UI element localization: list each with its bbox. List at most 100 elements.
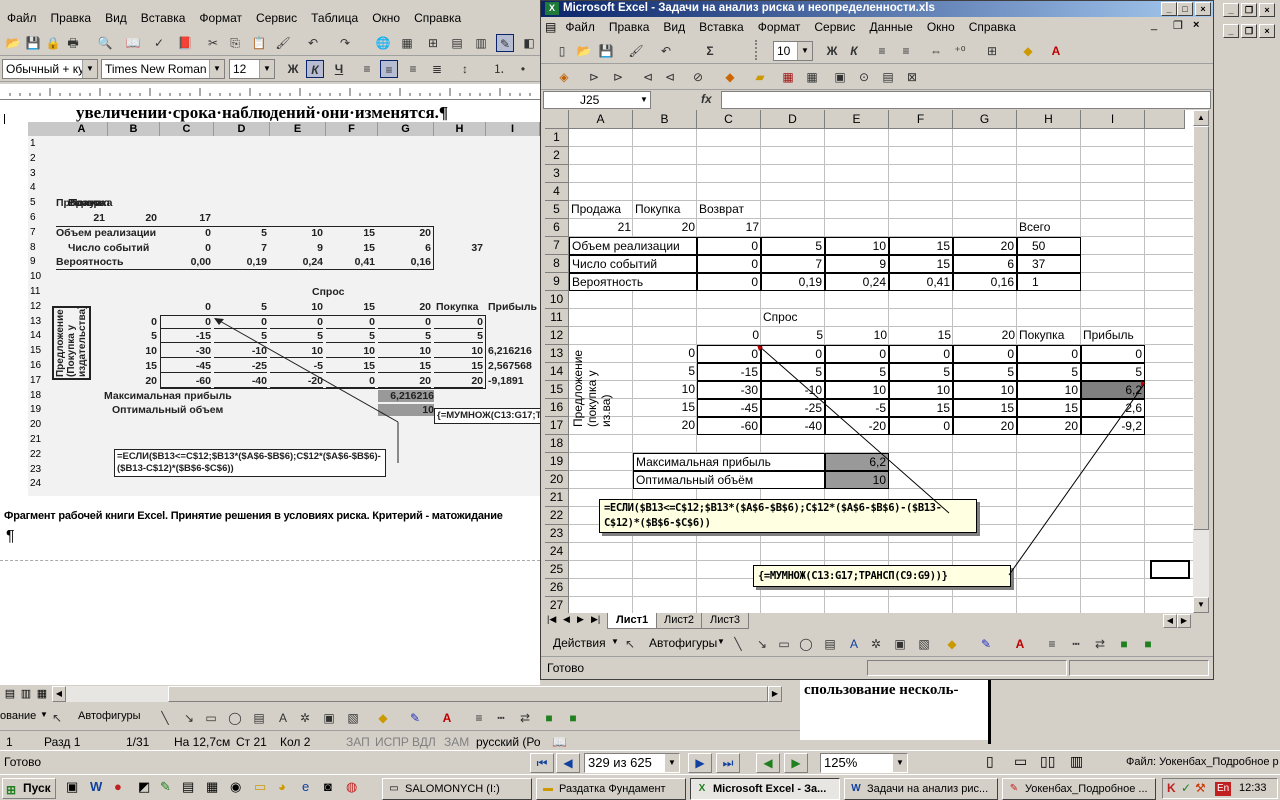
autosum-button[interactable]: Σ [701, 42, 719, 60]
rectangle-icon[interactable]: ▭ [775, 635, 793, 653]
name-box[interactable]: J25 ▼ [543, 91, 651, 109]
open-icon[interactable]: 📂 [4, 34, 22, 52]
bullets-icon[interactable]: • [514, 60, 532, 78]
dash-style-icon[interactable]: ┅ [1067, 635, 1085, 653]
research-book-icon[interactable]: 📕 [176, 34, 194, 52]
word-doc-close-button[interactable]: × [1259, 24, 1275, 38]
shadow-icon[interactable]: ■ [1115, 635, 1133, 653]
comment-icon[interactable]: ▰ [751, 68, 769, 86]
excel-menu-format[interactable]: Формат [751, 17, 808, 37]
line-icon[interactable]: ╲ [729, 635, 747, 653]
font-size-combo[interactable]: 12 ▼ [229, 59, 275, 79]
word-doc-minimize-button[interactable]: _ [1223, 24, 1239, 38]
scroll-left-button[interactable]: ◀ [52, 686, 66, 702]
tray-k-icon[interactable]: K [1167, 781, 1176, 795]
doc-close-icon[interactable]: × [1193, 19, 1199, 31]
clipart-icon[interactable]: ▣ [320, 709, 338, 727]
last-page-button[interactable]: ⏭ [716, 753, 740, 773]
hscroll-thumb[interactable] [168, 686, 768, 702]
tab-last-icon[interactable]: ▶| [591, 614, 600, 625]
tables-borders-icon[interactable]: ▦ [398, 34, 416, 52]
chevron-down-icon[interactable]: ▼ [717, 637, 725, 646]
excel-minimize-button[interactable]: _ [1161, 2, 1177, 16]
drawing-icon[interactable]: ✎ [496, 34, 514, 52]
excel-menu-insert[interactable]: Вставка [692, 17, 751, 37]
ql-opera-icon[interactable]: ● [114, 779, 122, 794]
save-icon[interactable]: 💾 [597, 42, 615, 60]
ql-desktop-icon[interactable]: ▣ [66, 779, 78, 795]
watch-icon[interactable]: ▣ [831, 68, 849, 86]
first-page-button[interactable]: ⏮ [530, 753, 554, 773]
tray-check-icon[interactable]: ✓ [1181, 781, 1191, 795]
ql-excel-icon[interactable]: ✎ [160, 779, 171, 795]
page-counter-field[interactable]: 329 из 625 ▼ [584, 753, 680, 773]
trace-icon[interactable]: ◈ [555, 68, 573, 86]
word-menu-view[interactable]: Вид [98, 8, 134, 28]
error-icon[interactable]: ◆ [721, 68, 739, 86]
chevron-down-icon[interactable]: ▼ [82, 60, 97, 78]
arrow-icon[interactable]: ↘ [180, 709, 198, 727]
excel-grid[interactable]: ABCDEFGHI 1 2 3 4 5 6 7 8 9 10 11 12 13 14 15 16 17 18 19 2… [545, 110, 1193, 613]
excel-vscroll[interactable]: ▲ ▼ [1193, 110, 1209, 613]
chevron-down-icon[interactable]: ▼ [40, 710, 48, 719]
tray-tool-icon[interactable]: ⚒ [1195, 781, 1206, 795]
ql-tool-icon[interactable]: ▤ [182, 779, 194, 795]
doc-icon[interactable]: ▤ [543, 17, 558, 37]
ql-pack-icon[interactable]: ▭ [254, 779, 266, 795]
picture-icon[interactable]: ▧ [344, 709, 362, 727]
picture-icon[interactable]: ▧ [915, 635, 933, 653]
chevron-down-icon[interactable]: ▼ [259, 60, 274, 78]
doc-map-icon[interactable]: ◧ [520, 34, 538, 52]
hyperlink-icon[interactable]: 🌐 [374, 34, 392, 52]
word-menu-edit[interactable]: Правка [44, 8, 99, 28]
excel-close-button[interactable]: × [1195, 2, 1211, 16]
line-color-icon[interactable]: ✎ [977, 635, 995, 653]
line-icon[interactable]: ╲ [156, 709, 174, 727]
tray-lang[interactable]: En [1215, 782, 1232, 796]
formula-audit-icon[interactable]: ⊠ [903, 68, 921, 86]
arrow-icon[interactable]: ↘ [753, 635, 771, 653]
scroll-up-button[interactable]: ▲ [1193, 110, 1209, 126]
copy-icon[interactable]: ⎘ [226, 34, 244, 52]
spelling-status-icon[interactable]: 📖 [552, 735, 567, 749]
wordart-icon[interactable]: A [845, 635, 863, 653]
diagram-icon[interactable]: ✲ [296, 709, 314, 727]
line-style-icon[interactable]: ≡ [1043, 635, 1061, 653]
dash-style-icon[interactable]: ┅ [492, 709, 510, 727]
word-menu-format[interactable]: Формат [192, 8, 249, 28]
ql-disk-icon[interactable]: ◉ [230, 779, 241, 795]
italic-button[interactable]: К [306, 60, 324, 78]
excel-menu-window[interactable]: Окно [920, 17, 962, 37]
columns-icon[interactable]: ▥ [472, 34, 490, 52]
print-view-icon[interactable]: ▦ [34, 686, 50, 702]
align-right-icon[interactable]: ≡ [404, 60, 422, 78]
paste-icon[interactable]: 📋 [250, 34, 268, 52]
task-razdatka[interactable]: ▬ Раздатка Фундамент [536, 778, 686, 800]
word-menu-window[interactable]: Окно [365, 8, 407, 28]
task-pdf[interactable]: ✎ Уокенбах_Подробное ... [1002, 778, 1156, 800]
insert-table-icon[interactable]: ⊞ [424, 34, 442, 52]
evaluate-icon[interactable]: ⊙ [855, 68, 873, 86]
formula-input[interactable] [721, 91, 1211, 109]
ql-folder-icon[interactable]: ▦ [206, 779, 218, 795]
numbering-icon[interactable]: ⒈ [490, 60, 508, 78]
chevron-down-icon[interactable]: ▼ [209, 60, 224, 78]
increase-decimal-icon[interactable]: ⁺⁰ [951, 42, 969, 60]
word-menu-tools[interactable]: Сервис [249, 8, 304, 28]
excel-menu-view[interactable]: Вид [656, 17, 692, 37]
borders-icon[interactable]: ⊞ [983, 42, 1001, 60]
word-document-area[interactable]: увеличении·срока·наблюдений·они·изменятс… [0, 100, 544, 685]
excel-app-icon[interactable]: X [545, 2, 559, 15]
status-ext[interactable]: ВДЛ [412, 735, 436, 749]
tab-sheet3[interactable]: Лист3 [701, 613, 750, 629]
research-icon[interactable]: 📖 [124, 34, 142, 52]
tab-next-icon[interactable]: ▶ [577, 614, 584, 625]
tab-first-icon[interactable]: |◀ [547, 614, 556, 625]
wordart-icon[interactable]: A [274, 709, 292, 727]
tab-sheet2[interactable]: Лист2 [655, 613, 704, 629]
excel-italic-button[interactable]: К [845, 42, 863, 60]
line-style-icon[interactable]: ≡ [470, 709, 488, 727]
zoom-field[interactable]: 125% ▼ [820, 753, 908, 773]
clipart-icon[interactable]: ▣ [891, 635, 909, 653]
web-view-icon[interactable]: ▥ [18, 686, 34, 702]
